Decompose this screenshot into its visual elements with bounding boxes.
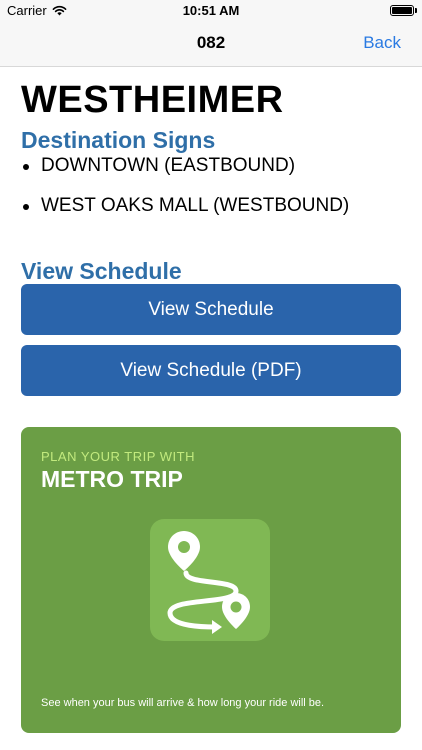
view-schedule-button[interactable]: View Schedule [21,284,401,335]
metro-trip-promo-card[interactable]: PLAN YOUR TRIP WITH METRO TRIP See when … [21,427,401,733]
back-button[interactable]: Back [363,33,401,53]
status-bar: Carrier 10:51 AM [0,0,422,22]
destination-signs-heading: Destination Signs [21,127,216,153]
destination-sign-item: WEST OAKS MALL (WESTBOUND) [21,191,349,221]
promo-title: METRO TRIP [41,466,183,492]
destination-sign-item: DOWNTOWN (EASTBOUND) [21,151,349,181]
clock: 10:51 AM [182,3,240,18]
destination-signs-list: DOWNTOWN (EASTBOUND) WEST OAKS MALL (WES… [21,151,349,231]
promo-footer-text: See when your bus will arrive & how long… [41,697,325,709]
promo-kicker: PLAN YOUR TRIP WITH [41,449,195,464]
route-detail-screen: Carrier 10:51 AM 082 Back WESTHEIMER Des… [0,0,422,750]
metro-trip-app-icon[interactable] [150,519,270,641]
view-schedule-pdf-button[interactable]: View Schedule (PDF) [21,345,401,396]
view-schedule-heading: View Schedule [21,258,182,284]
route-number-title: 082 [196,33,226,52]
navigation-bar: 082 Back [0,22,422,67]
map-pin-icon [168,531,200,571]
map-pin-icon [222,593,250,629]
battery-tip [415,8,417,13]
route-path-icon [167,531,250,634]
battery-icon [390,5,414,16]
route-name: WESTHEIMER [21,79,284,121]
